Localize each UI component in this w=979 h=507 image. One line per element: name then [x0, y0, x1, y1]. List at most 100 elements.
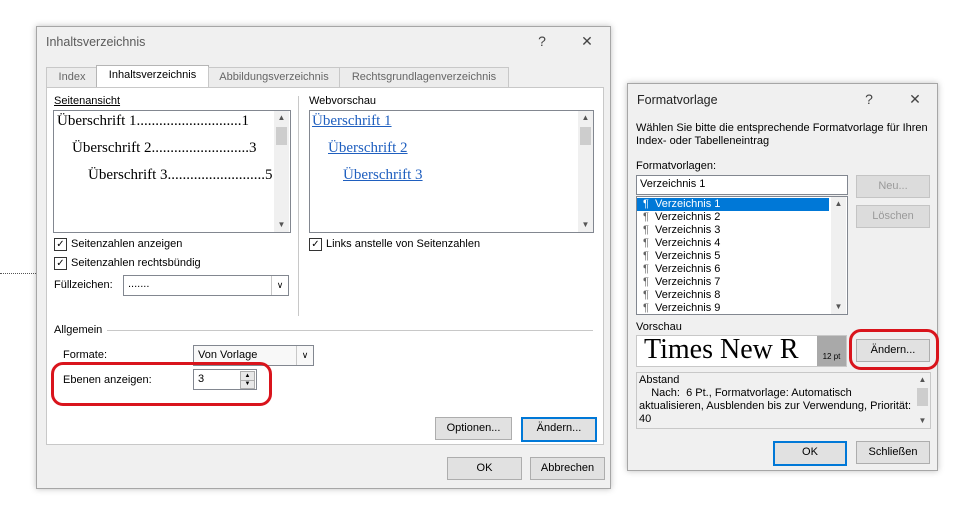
styles-list[interactable]: ¶ Verzeichnis 1 ¶ Verzeichnis 2 ¶ Verzeichnis…	[636, 196, 848, 315]
print-preview-scrollbar[interactable]: ▲ ▼	[274, 111, 289, 232]
style-list-item[interactable]: ¶ Verzeichnis 1	[637, 198, 829, 211]
paragraph-icon: ¶	[643, 263, 649, 275]
new-style-button[interactable]: Neu...	[856, 175, 930, 198]
style-name-input[interactable]: Verzeichnis 1	[636, 175, 848, 195]
help-button[interactable]: ?	[532, 33, 552, 49]
paragraph-icon: ¶	[643, 237, 649, 249]
preview-box: Times New R 12 pt	[636, 335, 847, 367]
tab-rechtsgrundlagenverzeichnis[interactable]: Rechtsgrundlagenverzeichnis	[339, 67, 509, 87]
style-list-item-label: Verzeichnis 7	[655, 276, 721, 288]
style-list-item[interactable]: ¶ Verzeichnis 2	[637, 211, 829, 224]
print-preview-label: Seitenansicht	[54, 95, 121, 107]
close-button[interactable]: ✕	[577, 33, 597, 50]
style-list-item-label: Verzeichnis 3	[655, 224, 721, 236]
toc-entry-2: Überschrift 2..........................3	[72, 140, 257, 156]
highlight-levels	[51, 362, 272, 406]
scroll-down-icon[interactable]: ▼	[831, 300, 846, 314]
scroll-thumb[interactable]	[276, 127, 287, 145]
style-list-item-label: Verzeichnis 6	[655, 263, 721, 275]
style-name-value: Verzeichnis 1	[640, 178, 706, 190]
web-entry-2[interactable]: Überschrift 2	[328, 140, 408, 157]
chevron-down-icon[interactable]: ∨	[296, 346, 313, 365]
style-list-item[interactable]: ¶ Verzeichnis 8	[637, 289, 829, 302]
paragraph-icon: ¶	[643, 276, 649, 288]
scroll-thumb[interactable]	[917, 388, 928, 406]
ok-button[interactable]: OK	[773, 441, 847, 466]
general-label: Allgemein	[54, 324, 103, 336]
paragraph-icon: ¶	[643, 198, 649, 210]
use-links-label: Links anstelle von Seitenzahlen	[326, 238, 481, 250]
tab-index[interactable]: Index	[46, 67, 98, 87]
modify-button[interactable]: Ändern...	[521, 417, 597, 442]
web-preview-label: Webvorschau	[309, 95, 377, 107]
ok-button[interactable]: OK	[447, 457, 522, 480]
close-dialog-button[interactable]: Schließen	[856, 441, 930, 464]
scroll-thumb[interactable]	[580, 127, 591, 145]
fill-char-label: Füllzeichen:	[54, 279, 113, 291]
style-list-item-label: Verzeichnis 2	[655, 211, 721, 223]
scroll-up-icon[interactable]: ▲	[915, 373, 930, 387]
paragraph-icon: ¶	[643, 250, 649, 262]
style-list-item-label: Verzeichnis 1	[655, 198, 721, 210]
web-entry-3[interactable]: Überschrift 3	[343, 167, 423, 184]
style-list-item[interactable]: ¶ Verzeichnis 9	[637, 302, 829, 315]
description-box: Abstand Nach: 6 Pt., Formatvorlage: Auto…	[636, 372, 931, 429]
scroll-up-icon[interactable]: ▲	[578, 111, 593, 125]
cancel-button[interactable]: Abbrechen	[530, 457, 605, 480]
style-dialog: Formatvorlage ? ✕ Wählen Sie bitte die e…	[627, 83, 938, 471]
scroll-up-icon[interactable]: ▲	[274, 111, 289, 125]
style-list-item-label: Verzeichnis 8	[655, 289, 721, 301]
paragraph-icon: ¶	[643, 224, 649, 236]
instruction-text: Wählen Sie bitte die entsprechende Forma…	[636, 122, 928, 147]
style-list-item-label: Verzeichnis 4	[655, 237, 721, 249]
fill-char-value: .......	[128, 278, 150, 290]
use-links-checkbox[interactable]: ✓	[309, 238, 322, 251]
highlight-modify-style	[849, 329, 939, 370]
paragraph-icon: ¶	[643, 289, 649, 301]
description-scrollbar[interactable]: ▲ ▼	[915, 373, 930, 428]
style-list-item-label: Verzeichnis 5	[655, 250, 721, 262]
formats-value: Von Vorlage	[198, 349, 258, 361]
tab-abbildungsverzeichnis[interactable]: Abbildungsverzeichnis	[208, 67, 340, 87]
paragraph-icon: ¶	[643, 211, 649, 223]
style-list-item[interactable]: ¶ Verzeichnis 3	[637, 224, 829, 237]
scroll-down-icon[interactable]: ▼	[915, 414, 930, 428]
style-list-item[interactable]: ¶ Verzeichnis 6	[637, 263, 829, 276]
general-separator	[107, 330, 593, 331]
print-preview-box: Überschrift 1...........................…	[53, 110, 291, 233]
toc-dialog-title: Inhaltsverzeichnis	[46, 35, 146, 49]
help-button[interactable]: ?	[859, 91, 879, 107]
description-text: Abstand Nach: 6 Pt., Formatvorlage: Auto…	[639, 374, 912, 425]
formats-label: Formate:	[63, 349, 108, 361]
styles-scrollbar[interactable]: ▲ ▼	[831, 197, 846, 314]
style-dialog-title: Formatvorlage	[637, 93, 718, 107]
right-align-label: Seitenzahlen rechtsbündig	[71, 257, 201, 269]
close-button[interactable]: ✕	[905, 91, 925, 108]
toc-entry-3: Überschrift 3..........................5	[88, 167, 273, 183]
scroll-down-icon[interactable]: ▼	[578, 218, 593, 232]
style-list-item[interactable]: ¶ Verzeichnis 5	[637, 250, 829, 263]
show-page-numbers-checkbox[interactable]: ✓	[54, 238, 67, 251]
scroll-down-icon[interactable]: ▼	[274, 218, 289, 232]
preview-text: Times New R	[644, 335, 799, 365]
delete-style-button[interactable]: Löschen	[856, 205, 930, 228]
column-divider	[298, 96, 299, 316]
chevron-down-icon[interactable]: ∨	[271, 276, 288, 295]
toc-entry-1: Überschrift 1...........................…	[57, 113, 250, 129]
style-list-item[interactable]: ¶ Verzeichnis 7	[637, 276, 829, 289]
tab-inhaltsverzeichnis[interactable]: Inhaltsverzeichnis	[96, 65, 209, 87]
scroll-up-icon[interactable]: ▲	[831, 197, 846, 211]
style-list-item-label: Verzeichnis 9	[655, 302, 721, 314]
web-preview-box: Überschrift 1 Überschrift 2 Überschrift …	[309, 110, 594, 233]
options-button[interactable]: Optionen...	[435, 417, 512, 440]
paragraph-icon: ¶	[643, 302, 649, 314]
style-list-item[interactable]: ¶ Verzeichnis 4	[637, 237, 829, 250]
fill-char-select[interactable]: ....... ∨	[123, 275, 289, 296]
right-align-checkbox[interactable]: ✓	[54, 257, 67, 270]
web-entry-1[interactable]: Überschrift 1	[312, 113, 392, 130]
toc-dialog: Inhaltsverzeichnis ? ✕ Index Inhaltsverz…	[36, 26, 611, 489]
preview-label: Vorschau	[636, 321, 682, 333]
web-preview-scrollbar[interactable]: ▲ ▼	[578, 111, 593, 232]
styles-label: Formatvorlagen:	[636, 160, 717, 172]
show-page-numbers-label: Seitenzahlen anzeigen	[71, 238, 183, 250]
